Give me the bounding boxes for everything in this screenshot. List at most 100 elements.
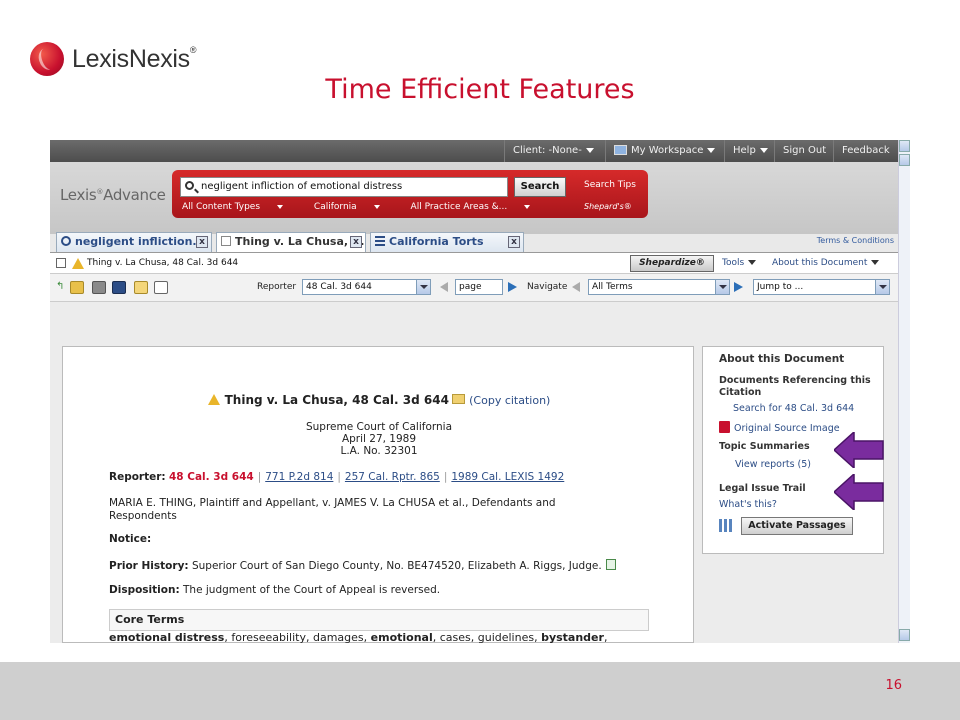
slide-title: Time Efficient Features — [325, 74, 635, 105]
folder-icon[interactable] — [451, 394, 465, 404]
close-icon[interactable]: x — [350, 236, 362, 248]
document-icon[interactable] — [605, 559, 616, 570]
help-menu[interactable]: Help — [724, 140, 776, 162]
terms-conditions-link[interactable]: Terms & Conditions — [817, 236, 894, 245]
close-icon[interactable]: x — [508, 236, 520, 248]
feedback-link[interactable]: Feedback — [833, 140, 898, 162]
about-heading: About this Document — [719, 353, 845, 365]
chevron-down-icon — [748, 260, 757, 265]
filter-practice-areas[interactable]: All Practice Areas &... — [411, 202, 545, 212]
callout-arrow-icon — [834, 432, 884, 468]
lexisnexis-logo: LexisNexis® — [30, 42, 197, 76]
callout-arrow-icon — [834, 474, 884, 510]
view-reports-link[interactable]: View reports (5) — [735, 459, 811, 470]
save-icon[interactable] — [112, 281, 126, 294]
passages-icon — [719, 519, 733, 532]
vertical-scrollbar[interactable] — [898, 140, 910, 643]
docs-referencing-heading: Documents Referencing this Citation — [719, 375, 871, 398]
chevron-down-icon — [715, 280, 729, 294]
warning-icon — [207, 394, 220, 405]
reporter-select[interactable]: 48 Cal. 3d 644 — [302, 279, 431, 295]
chevron-down-icon — [524, 204, 531, 209]
tab-document[interactable]: Thing v. La Chusa, ... x — [216, 232, 366, 252]
document-bar: Thing v. La Chusa, 48 Cal. 3d 644 Shepar… — [50, 252, 898, 274]
previous-page-icon[interactable] — [440, 282, 448, 292]
parallel-cite-link[interactable]: 257 Cal. Rptr. 865 — [345, 471, 440, 483]
folder-icon[interactable] — [70, 281, 84, 294]
core-terms-text: emotional distress, foreseeability, dama… — [109, 631, 608, 643]
document-title: Thing v. La Chusa, 48 Cal. 3d 644 — [87, 258, 239, 268]
case-heading: Thing v. La Chusa, 48 Cal. 3d 644 (Copy … — [63, 393, 695, 407]
parallel-cite-link[interactable]: 771 P.2d 814 — [265, 471, 333, 483]
original-source-link[interactable]: Original Source Image — [719, 421, 840, 434]
tab-california-torts[interactable]: California Torts x — [370, 232, 524, 252]
prior-history-row: Prior History: Superior Court of San Die… — [109, 559, 616, 572]
chevron-down-icon — [871, 260, 880, 265]
app-screenshot: Client: -None- My Workspace Help Sign Ou… — [50, 140, 910, 643]
lexis-advance-brand: Lexis®Advance — [60, 186, 166, 204]
email-icon[interactable] — [134, 281, 148, 294]
chevron-down-icon — [585, 147, 594, 153]
topic-summaries-heading: Topic Summaries — [719, 441, 810, 452]
client-menu[interactable]: Client: -None- — [504, 140, 602, 162]
page-input[interactable]: page — [455, 279, 503, 295]
notice-row: Notice: — [109, 533, 152, 545]
activate-passages-button[interactable]: Activate Passages — [741, 517, 853, 535]
navigate-label: Navigate — [527, 282, 568, 292]
court-info: Supreme Court of California April 27, 19… — [63, 421, 695, 457]
search-icon — [61, 236, 71, 246]
chevron-down-icon — [707, 147, 716, 153]
go-page-icon[interactable] — [508, 282, 517, 292]
scroll-up-icon[interactable] — [899, 140, 910, 152]
copy-citation-link[interactable]: (Copy citation) — [469, 394, 550, 407]
sign-out-link[interactable]: Sign Out — [774, 140, 834, 162]
select-checkbox[interactable] — [56, 258, 66, 268]
navigate-select[interactable]: All Terms — [588, 279, 730, 295]
chevron-down-icon — [759, 147, 768, 153]
search-panel: negligent infliction of emotional distre… — [172, 170, 648, 218]
disposition-row: Disposition: The judgment of the Court o… — [109, 584, 441, 596]
legal-issue-heading: Legal Issue Trail — [719, 483, 806, 494]
back-icon[interactable]: ↰ — [56, 281, 66, 294]
chevron-down-icon — [875, 280, 889, 294]
parallel-cite-link[interactable]: 1989 Cal. LEXIS 1492 — [451, 471, 564, 483]
tools-menu[interactable]: Tools — [722, 258, 757, 268]
search-for-citation-link[interactable]: Search for 48 Cal. 3d 644 — [733, 403, 854, 414]
jump-to-select[interactable]: Jump to ... — [753, 279, 890, 295]
top-bar: Client: -None- My Workspace Help Sign Ou… — [50, 140, 898, 162]
slide: LexisNexis® Time Efficient Features Clie… — [0, 0, 960, 720]
workspace-menu[interactable]: My Workspace — [605, 140, 723, 162]
chevron-down-icon — [277, 204, 284, 209]
decision-date: April 27, 1989 — [341, 433, 417, 445]
search-filters: All Content Types California All Practic… — [182, 202, 558, 212]
slide-footer: 16 — [0, 662, 960, 720]
previous-term-icon[interactable] — [572, 282, 580, 292]
reporter-row: Reporter: 48 Cal. 3d 644 | 771 P.2d 814 | 25… — [109, 471, 565, 483]
search-icon — [185, 181, 194, 190]
monitor-icon — [614, 145, 627, 155]
tab-strip: negligent infliction... x Thing v. La Ch… — [56, 232, 528, 252]
pdf-icon — [719, 421, 730, 433]
reporter-label: Reporter — [257, 282, 297, 292]
whats-this-link[interactable]: What's this? — [719, 499, 777, 510]
search-tips-link[interactable]: Search Tips — [584, 180, 636, 190]
scroll-up-icon[interactable] — [899, 154, 910, 166]
download-icon[interactable] — [154, 281, 168, 294]
page-number: 16 — [885, 678, 902, 693]
shepards-link[interactable]: Shepard's® — [584, 202, 632, 211]
tab-search-results[interactable]: negligent infliction... x — [56, 232, 212, 252]
content-area: Thing v. La Chusa, 48 Cal. 3d 644 (Copy … — [50, 302, 898, 643]
filter-content-types[interactable]: All Content Types — [182, 202, 297, 212]
docket-number: L.A. No. 32301 — [340, 445, 418, 457]
next-term-icon[interactable] — [734, 282, 743, 292]
about-document-menu[interactable]: About this Document — [772, 258, 880, 268]
shepardize-button[interactable]: Shepardize® — [630, 255, 714, 272]
filter-jurisdiction[interactable]: California — [314, 202, 394, 212]
warning-icon — [72, 258, 84, 269]
scroll-down-icon[interactable] — [899, 629, 910, 641]
close-icon[interactable]: x — [196, 236, 208, 248]
search-button[interactable]: Search — [514, 177, 566, 197]
print-icon[interactable] — [92, 281, 106, 294]
search-input[interactable]: negligent infliction of emotional distre… — [180, 177, 508, 197]
document-icon — [221, 236, 231, 246]
